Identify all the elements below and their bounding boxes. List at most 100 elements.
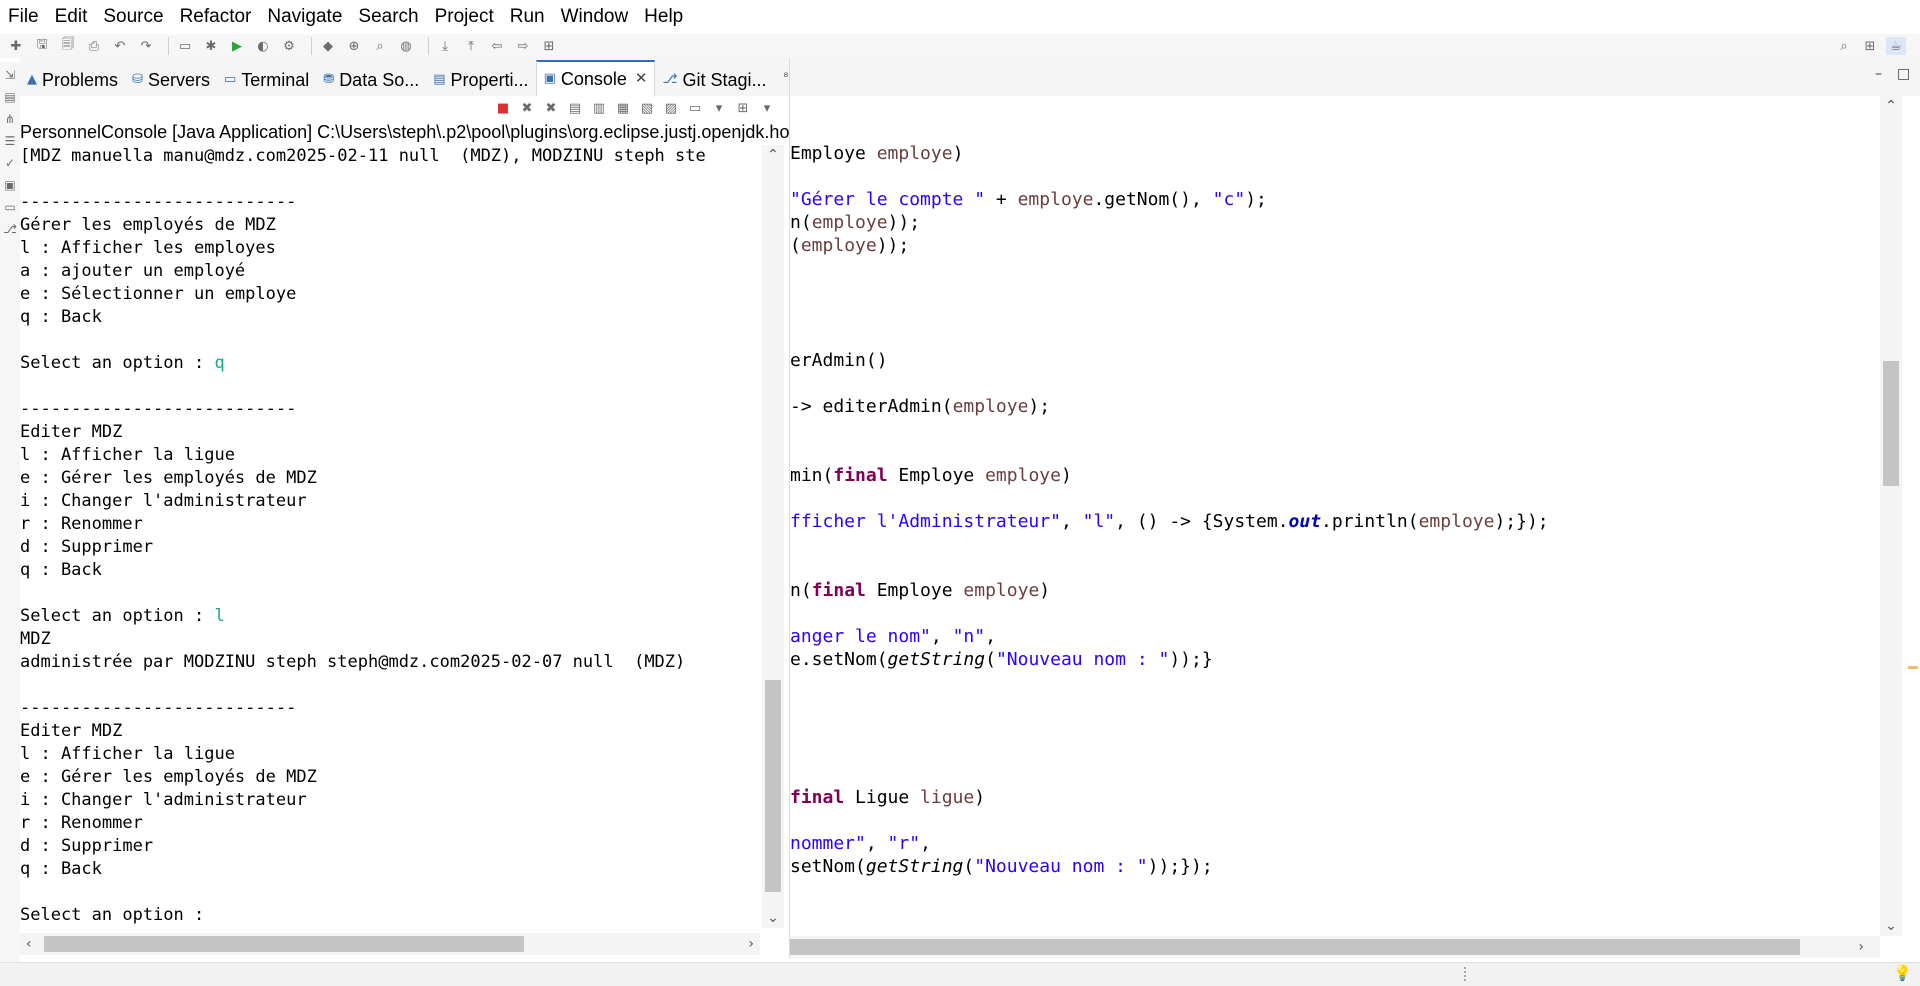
scroll-down-icon[interactable]: ⌄ bbox=[762, 910, 784, 926]
quick-access-search-icon[interactable]: ⌕ bbox=[1834, 37, 1854, 55]
scroll-up-icon[interactable]: ⌃ bbox=[762, 147, 784, 163]
code-token: "r" bbox=[887, 833, 921, 854]
undo-icon[interactable]: ↶ bbox=[110, 37, 130, 55]
console-horizontal-scrollbar[interactable]: ‹ › bbox=[20, 933, 760, 955]
console-line: q : Back bbox=[20, 306, 760, 329]
scroll-lock-icon[interactable]: ▤ bbox=[565, 99, 585, 117]
console-line: administrée par MODZINU steph steph@mdz.… bbox=[20, 651, 760, 674]
tab-data-so[interactable]: ⛃ Data So... bbox=[316, 64, 426, 96]
console-output[interactable]: [MDZ manuella manu@mdz.com2025-02-11 nul… bbox=[20, 145, 760, 928]
overview-ruler-marker[interactable] bbox=[1908, 666, 1918, 669]
console-line: q : Back bbox=[20, 858, 760, 881]
tab-overflow-icon[interactable]: ⁸ bbox=[784, 70, 789, 84]
console-icon[interactable]: ▭ bbox=[2, 198, 18, 216]
print-icon[interactable]: ⎙ bbox=[84, 37, 104, 55]
tasks-icon[interactable]: ✓ bbox=[2, 154, 18, 172]
open-perspective-icon[interactable]: ⊞ bbox=[1860, 37, 1880, 55]
scroll-right-icon[interactable]: › bbox=[748, 933, 754, 955]
book-icon[interactable]: ▣ bbox=[2, 176, 18, 194]
new-java-class-icon[interactable]: ◆ bbox=[318, 37, 338, 55]
remove-all-terminated-icon[interactable]: ✖ bbox=[541, 99, 561, 117]
terminate-icon[interactable]: ■ bbox=[493, 99, 513, 117]
console-text: d : Supprimer bbox=[20, 836, 154, 856]
scroll-down-icon[interactable]: ⌄ bbox=[1880, 918, 1902, 934]
package-explorer-icon[interactable]: ▤ bbox=[2, 88, 18, 106]
menu-run[interactable]: Run bbox=[502, 0, 553, 34]
lightbulb-icon[interactable]: 💡 bbox=[1893, 964, 1912, 982]
console-line: l : Afficher les employes bbox=[20, 237, 760, 260]
console-vertical-scrollbar[interactable]: ⌃ ⌄ bbox=[762, 145, 784, 928]
hierarchy-icon[interactable]: ⋔ bbox=[2, 110, 18, 128]
open-type-icon[interactable]: ⊕ bbox=[344, 37, 364, 55]
menu-help[interactable]: Help bbox=[636, 0, 691, 34]
scrollbar-thumb[interactable] bbox=[1883, 361, 1899, 486]
run-coverage-icon[interactable]: ◐ bbox=[253, 37, 273, 55]
display-console-icon[interactable]: ▭ bbox=[685, 99, 705, 117]
view-menu-icon[interactable]: ▾ bbox=[757, 99, 777, 117]
tab-git-stagi[interactable]: ⎇ Git Stagi... bbox=[655, 64, 773, 96]
minimize-icon[interactable]: – bbox=[1875, 66, 1882, 82]
code-token: employe bbox=[1418, 511, 1495, 532]
tab-properti[interactable]: ▤ Properti... bbox=[426, 64, 535, 96]
menu-file[interactable]: File bbox=[0, 0, 47, 34]
scrollbar-thumb[interactable] bbox=[44, 936, 524, 952]
menu-source[interactable]: Source bbox=[95, 0, 171, 34]
external-tools-icon[interactable]: ⚙ bbox=[279, 37, 299, 55]
editor-vertical-scrollbar[interactable]: ⌃ ⌄ bbox=[1880, 96, 1902, 936]
open-console-icon[interactable]: ⊞ bbox=[733, 99, 753, 117]
menu-edit[interactable]: Edit bbox=[47, 0, 96, 34]
console-text: q : Back bbox=[20, 560, 102, 580]
show-on-stderr-icon[interactable]: ▧ bbox=[637, 99, 657, 117]
close-icon[interactable]: ✕ bbox=[635, 63, 648, 95]
code-line: nommer", "r", bbox=[790, 832, 1880, 855]
back-icon[interactable]: ⇦ bbox=[487, 37, 507, 55]
console-text: a : ajouter un employé bbox=[20, 261, 246, 281]
console-text: l : Afficher la ligue bbox=[20, 744, 235, 764]
word-wrap-icon[interactable]: ▥ bbox=[589, 99, 609, 117]
open-perspective-icon[interactable]: ⊞ bbox=[539, 37, 559, 55]
debug-icon[interactable]: ✱ bbox=[201, 37, 221, 55]
maximize-icon[interactable]: □ bbox=[1897, 66, 1910, 82]
scroll-up-icon[interactable]: ⌃ bbox=[1880, 98, 1902, 114]
menu-window[interactable]: Window bbox=[553, 0, 637, 34]
tab-terminal[interactable]: ▭ Terminal bbox=[217, 64, 316, 96]
scrollbar-thumb[interactable] bbox=[765, 680, 781, 892]
tab-console[interactable]: ▣ Console ✕ bbox=[535, 60, 656, 96]
menu-refactor[interactable]: Refactor bbox=[172, 0, 260, 34]
search-icon[interactable]: ⌕ bbox=[370, 37, 390, 55]
save-icon[interactable]: 🖫 bbox=[32, 37, 52, 55]
menu-navigate[interactable]: Navigate bbox=[259, 0, 350, 34]
forward-icon[interactable]: ⇨ bbox=[513, 37, 533, 55]
new-icon[interactable]: ✚ bbox=[6, 37, 26, 55]
java-perspective-icon[interactable]: ☕ bbox=[1886, 37, 1906, 55]
redo-icon[interactable]: ↷ bbox=[136, 37, 156, 55]
terminal-icon[interactable]: ▭ bbox=[175, 37, 195, 55]
prev-annotation-icon[interactable]: ⤒ bbox=[461, 37, 481, 55]
menu-project[interactable]: Project bbox=[427, 0, 502, 34]
scroll-left-icon[interactable]: ‹ bbox=[26, 933, 32, 955]
tab-problems[interactable]: ▲ Problems bbox=[20, 64, 125, 96]
code-token: , bbox=[920, 833, 931, 854]
git-icon[interactable]: ⎇ bbox=[2, 220, 18, 238]
scroll-right-icon[interactable]: › bbox=[1858, 936, 1864, 958]
globe-icon[interactable]: ◍ bbox=[396, 37, 416, 55]
show-on-stdout-icon[interactable]: ▦ bbox=[613, 99, 633, 117]
run-icon[interactable]: ▶ bbox=[227, 37, 247, 55]
code-text-area[interactable]: Employe employe) "Gérer le compte " + emp… bbox=[790, 96, 1880, 896]
next-annotation-icon[interactable]: ⤓ bbox=[435, 37, 455, 55]
code-token: ligue bbox=[920, 787, 975, 808]
console-text: i : Changer l'administrateur bbox=[20, 790, 307, 810]
editor-horizontal-scrollbar[interactable]: › bbox=[790, 936, 1880, 958]
menu-search[interactable]: Search bbox=[350, 0, 426, 34]
save-all-icon[interactable]: 🗐 bbox=[58, 37, 78, 55]
remove-launch-icon[interactable]: ✖ bbox=[517, 99, 537, 117]
tab-servers[interactable]: ⛁ Servers bbox=[125, 64, 217, 96]
scrollbar-thumb[interactable] bbox=[790, 939, 1800, 955]
pin-console-icon[interactable]: ▨ bbox=[661, 99, 681, 117]
tab-label: Console bbox=[560, 69, 627, 89]
display-console-dropdown-icon[interactable]: ▾ bbox=[709, 99, 729, 117]
outline-icon[interactable]: ☰ bbox=[2, 132, 18, 150]
restore-icon[interactable]: ⇲ bbox=[2, 66, 18, 84]
